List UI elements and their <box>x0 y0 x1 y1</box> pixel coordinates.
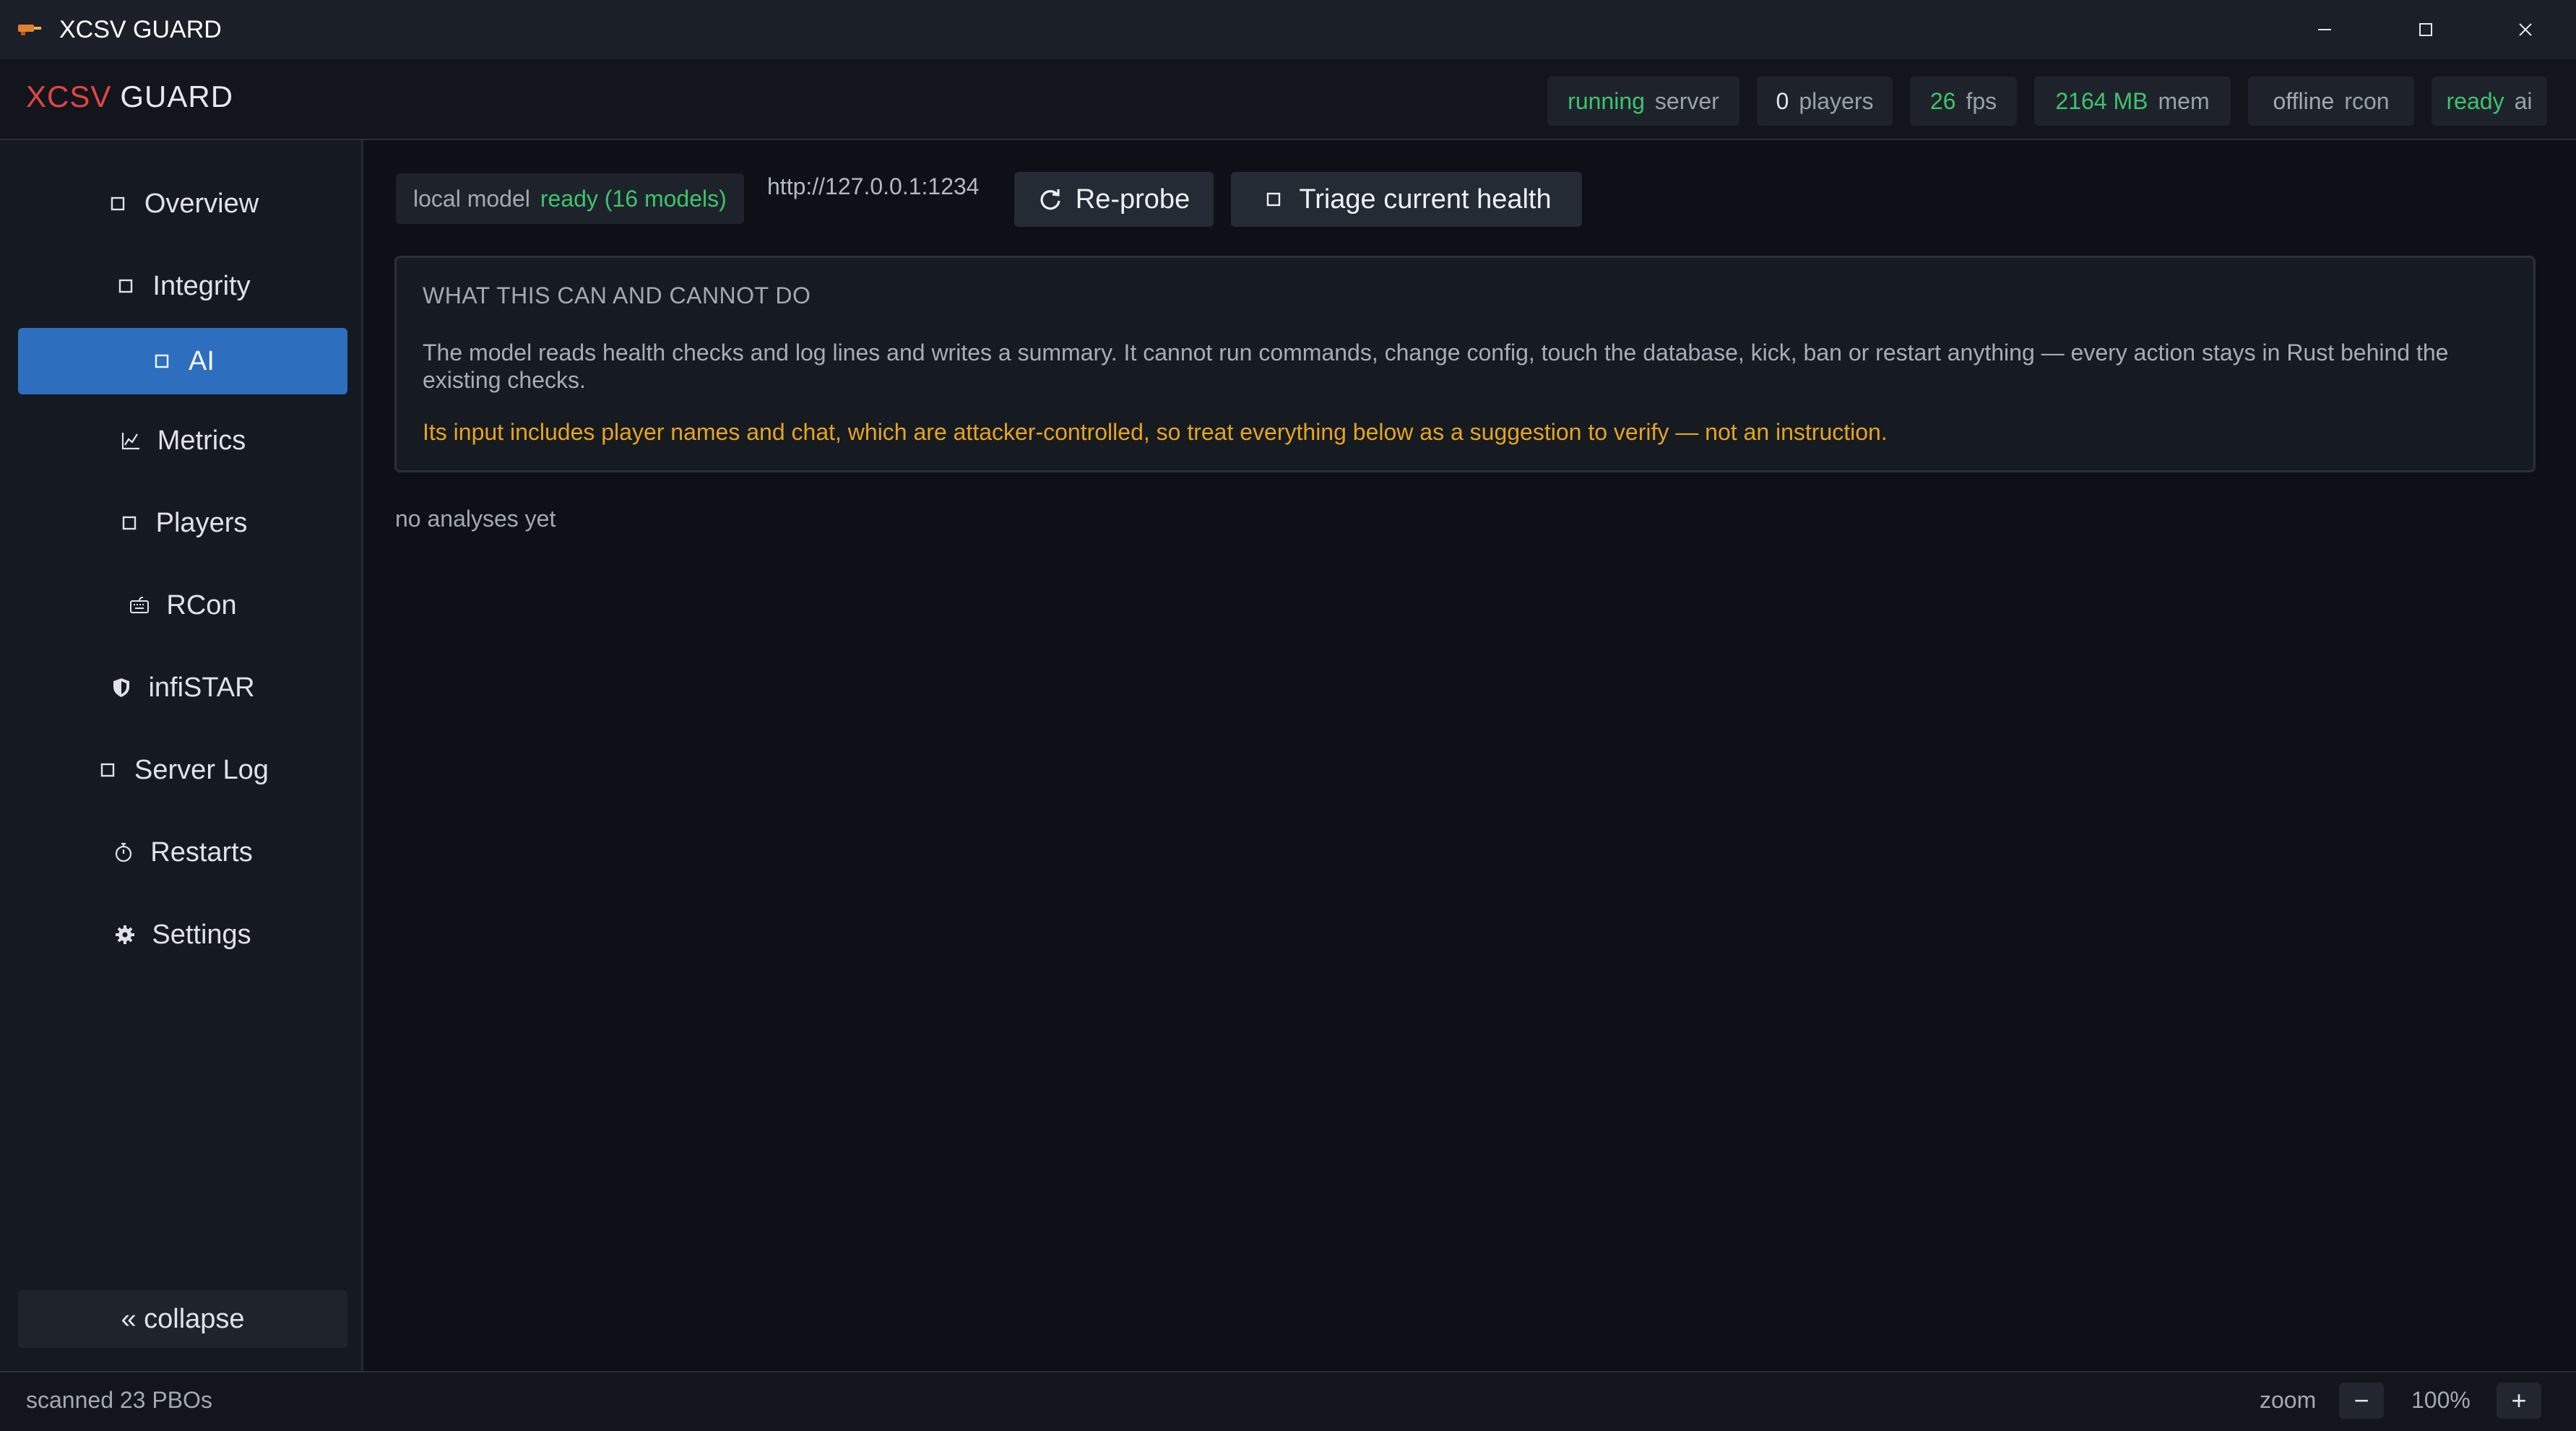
gear-icon <box>114 924 136 946</box>
brand-logo: XCSV GUARD <box>26 77 233 117</box>
status-label: ai <box>2514 87 2533 114</box>
chart-line-icon <box>120 430 142 451</box>
brand-primary: XCSV <box>26 79 112 113</box>
status-bar: scanned 23 PBOs zoom − 100% + <box>0 1371 2576 1431</box>
close-icon <box>2519 23 2532 36</box>
status-value: 2164 MB <box>2055 87 2148 114</box>
reprobe-button[interactable]: Re-probe <box>1014 172 1214 227</box>
close-button[interactable] <box>2475 0 2576 59</box>
model-status: ready (16 models) <box>540 185 727 212</box>
square-icon <box>118 512 140 534</box>
minimize-button[interactable] <box>2274 0 2375 59</box>
square-icon <box>97 759 118 781</box>
sidebar-item-label: Integrity <box>152 270 251 301</box>
sidebar-item-infistar[interactable]: infiSTAR <box>18 654 347 721</box>
sidebar-item-label: AI <box>189 345 215 376</box>
sidebar-item-restarts[interactable]: Restarts <box>18 819 347 886</box>
notice-title: WHAT THIS CAN AND CANNOT DO <box>423 282 811 308</box>
window-title-bar: XCSV GUARD <box>0 0 2576 59</box>
model-label: local model <box>413 185 530 212</box>
sidebar-item-overview[interactable]: Overview <box>18 170 347 237</box>
maximize-icon <box>2419 23 2432 36</box>
square-icon <box>107 193 129 215</box>
shield-icon <box>111 677 132 699</box>
square-icon <box>115 275 137 297</box>
sidebar-item-integrity[interactable]: Integrity <box>18 253 347 319</box>
sidebar-item-label: Metrics <box>157 425 246 456</box>
sidebar-item-server-log[interactable]: Server Log <box>18 737 347 803</box>
collapse-sidebar-button[interactable]: « collapse <box>18 1290 347 1348</box>
sidebar-item-ai[interactable]: AI <box>18 328 347 394</box>
status-pill-mem: 2164 MB mem <box>2034 77 2231 126</box>
zoom-label: zoom <box>2260 1387 2317 1413</box>
status-pill-players: 0 players <box>1757 77 1893 126</box>
minimize-icon <box>2318 29 2331 30</box>
status-label: fps <box>1966 87 1997 114</box>
keyboard-icon <box>129 595 150 616</box>
status-value: offline <box>2273 87 2335 114</box>
status-label: server <box>1654 87 1719 114</box>
sidebar-item-settings[interactable]: Settings <box>18 902 347 968</box>
window-title: XCSV GUARD <box>59 16 222 43</box>
status-pill-ai: ready ai <box>2432 77 2547 126</box>
sidebar-item-metrics[interactable]: Metrics <box>18 407 347 474</box>
sidebar-item-label: RCon <box>166 589 237 621</box>
sidebar-item-label: Overview <box>144 188 259 219</box>
sidebar-item-rcon[interactable]: RCon <box>18 572 347 639</box>
triage-label: Triage current health <box>1299 183 1552 215</box>
capabilities-notice: WHAT THIS CAN AND CANNOT DO The model re… <box>394 256 2536 472</box>
refresh-icon <box>1040 189 1060 210</box>
sidebar-item-label: Settings <box>152 919 251 950</box>
sidebar-item-label: Players <box>155 507 248 538</box>
status-pill-rcon: offline rcon <box>2248 77 2414 126</box>
stopwatch-icon <box>113 842 134 863</box>
status-value: ready <box>2446 87 2504 114</box>
scan-status: scanned 23 PBOs <box>26 1387 212 1413</box>
status-pill-server: running server <box>1547 77 1739 126</box>
status-label: mem <box>2158 87 2210 114</box>
brand-secondary: GUARD <box>120 79 234 113</box>
status-label: players <box>1799 87 1874 114</box>
reprobe-label: Re-probe <box>1075 183 1190 215</box>
zoom-out-button[interactable]: − <box>2339 1383 2384 1419</box>
model-endpoint-url: http://127.0.0.1:1234 <box>767 173 980 199</box>
sidebar-item-label: Server Log <box>134 754 269 785</box>
local-model-status: local model ready (16 models) <box>396 173 744 224</box>
square-icon <box>1267 192 1281 207</box>
sidebar: Overview Integrity AI Metrics Players RC… <box>0 140 363 1371</box>
sidebar-item-label: infiSTAR <box>148 672 255 703</box>
notice-warning: Its input includes player names and chat… <box>423 419 1888 445</box>
sidebar-item-players[interactable]: Players <box>18 490 347 556</box>
zoom-level: 100% <box>2411 1387 2471 1413</box>
empty-state: no analyses yet <box>395 506 556 532</box>
zoom-in-button[interactable]: + <box>2497 1383 2541 1419</box>
maximize-button[interactable] <box>2375 0 2476 59</box>
status-value: 0 <box>1776 87 1789 114</box>
triage-health-button[interactable]: Triage current health <box>1231 172 1582 227</box>
sidebar-item-label: Restarts <box>150 836 253 868</box>
status-value: 26 <box>1929 87 1956 114</box>
guard-logo-icon <box>17 20 43 36</box>
status-label: rcon <box>2344 87 2390 114</box>
notice-body: The model reads health checks and log li… <box>423 340 2449 393</box>
status-pill-fps: 26 fps <box>1910 77 2017 126</box>
status-value: running <box>1568 87 1645 114</box>
square-icon <box>151 350 173 372</box>
app-header: XCSV GUARD running server 0 players 26 fp… <box>0 59 2576 140</box>
